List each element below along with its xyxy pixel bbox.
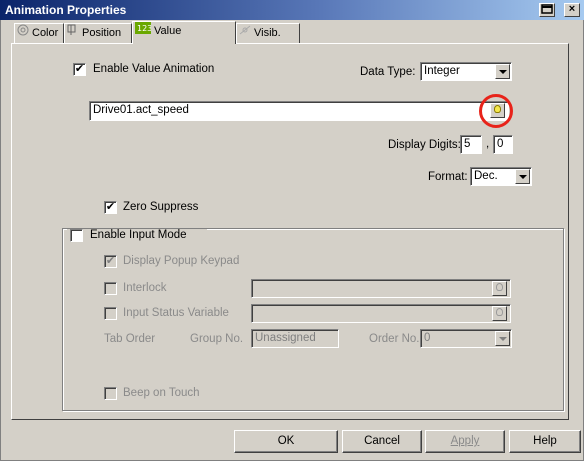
lightbulb-icon — [496, 308, 503, 316]
input-status-browse-button[interactable] — [492, 306, 507, 321]
beep-on-touch-checkbox[interactable] — [104, 387, 117, 400]
close-icon: × — [568, 3, 576, 15]
svg-text:123: 123 — [137, 24, 151, 33]
tab-label: Value — [154, 25, 182, 37]
visibility-icon — [239, 24, 251, 42]
tab-color[interactable]: Color — [14, 23, 64, 43]
lightbulb-icon — [496, 283, 503, 291]
palette-icon — [17, 24, 29, 42]
cancel-button[interactable]: Cancel — [342, 430, 422, 453]
interlock-checkbox[interactable] — [104, 282, 117, 295]
display-popup-keypad-checkbox[interactable]: ✔ — [104, 255, 117, 268]
interlock-browse-button[interactable] — [492, 281, 507, 296]
window-title: Animation Properties — [5, 3, 127, 17]
data-type-value: Integer — [424, 65, 460, 77]
order-no-label: Order No. — [369, 333, 420, 345]
display-popup-keypad-label: Display Popup Keypad — [123, 255, 240, 267]
format-value: Dec. — [474, 170, 498, 182]
interlock-input[interactable] — [251, 279, 511, 298]
help-button[interactable]: Help — [509, 430, 581, 453]
format-select[interactable]: Dec. — [470, 167, 532, 186]
beep-on-touch-label: Beep on Touch — [123, 387, 200, 399]
display-digits-integer-value: 5 — [464, 138, 471, 150]
input-status-variable-label: Input Status Variable — [123, 307, 229, 319]
enable-value-animation-label: Enable Value Animation — [93, 63, 215, 75]
enable-input-mode-checkbox[interactable] — [70, 229, 83, 242]
variable-input[interactable]: Drive01.act_speed — [89, 101, 509, 121]
restore-button[interactable] — [539, 3, 555, 17]
display-digits-separator: , — [486, 138, 490, 150]
tab-value[interactable]: 123 Value — [132, 21, 236, 44]
window-icon — [541, 4, 553, 14]
close-button[interactable]: × — [564, 3, 580, 17]
ok-button[interactable]: OK — [234, 430, 338, 453]
value-icon: 123 — [135, 22, 152, 40]
group-no-input[interactable]: Unassigned — [251, 329, 339, 348]
format-label: Format: — [428, 171, 468, 183]
display-digits-decimal-value: 0 — [497, 138, 504, 150]
input-status-variable-input[interactable] — [251, 304, 511, 323]
highlight-circle — [479, 94, 513, 128]
input-status-variable-checkbox[interactable] — [104, 307, 117, 320]
data-type-select[interactable]: Integer — [420, 62, 512, 81]
chevron-down-icon[interactable] — [515, 169, 530, 184]
tab-visibility[interactable]: Visib. — [236, 23, 300, 43]
display-digits-label: Display Digits: — [388, 139, 461, 151]
order-no-value: 0 — [424, 332, 431, 344]
tab-order-label: Tab Order — [104, 333, 156, 345]
interlock-label: Interlock — [123, 282, 167, 294]
enable-value-animation-checkbox[interactable]: ✔ — [73, 63, 86, 76]
enable-input-mode-label: Enable Input Mode — [90, 229, 187, 241]
display-digits-decimal-input[interactable]: 0 — [493, 135, 513, 154]
tab-position[interactable]: Position — [64, 23, 132, 43]
order-no-select[interactable]: 0 — [420, 329, 512, 348]
tab-label: Position — [82, 27, 122, 39]
zero-suppress-checkbox[interactable]: ✔ — [104, 201, 117, 214]
zero-suppress-label: Zero Suppress — [123, 201, 199, 213]
group-no-label: Group No. — [190, 333, 244, 345]
display-digits-integer-input[interactable]: 5 — [460, 135, 482, 154]
apply-button[interactable]: Apply — [425, 430, 505, 453]
variable-value: Drive01.act_speed — [93, 104, 189, 116]
group-no-value: Unassigned — [255, 332, 316, 344]
position-icon — [67, 24, 79, 42]
tab-label: Color — [32, 27, 59, 39]
data-type-label: Data Type: — [360, 66, 416, 78]
chevron-down-icon[interactable] — [495, 331, 510, 346]
chevron-down-icon[interactable] — [495, 64, 510, 79]
tab-label: Visib. — [254, 27, 281, 39]
